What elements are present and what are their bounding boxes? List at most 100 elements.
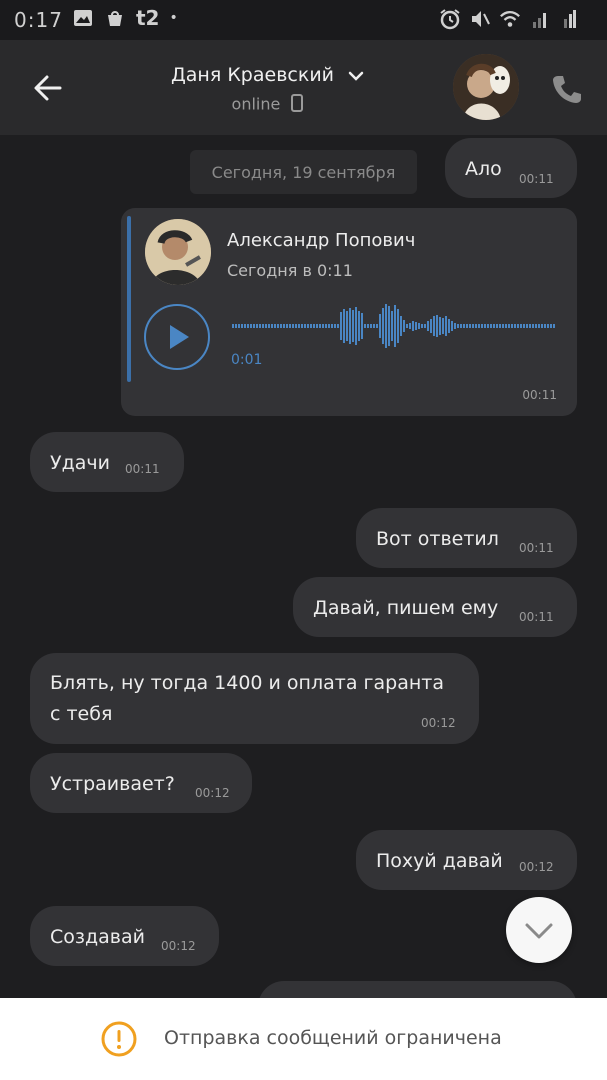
waveform-bar [364,324,366,328]
waveform-bar [466,324,468,328]
message-text: Похуй давай [376,850,503,872]
call-button[interactable] [550,72,584,106]
waveform-bar [376,324,378,328]
waveform-bar [349,308,351,344]
waveform-bar [301,324,303,328]
waveform-bar [430,319,432,333]
message-bubble[interactable]: Ало 00:11 [445,138,577,198]
message-bubble[interactable]: Удачи 00:11 [30,432,184,492]
waveform-bar [514,324,516,328]
waveform-bar [352,310,354,342]
message-bubble[interactable]: Устраивает? 00:12 [30,753,252,813]
waveform-bar [274,324,276,328]
waveform-bar [367,324,369,328]
message-text: Удачи [50,452,110,474]
waveform-bar [475,324,477,328]
waveform-bar [433,316,435,336]
chevron-down-icon [525,923,553,939]
waveform-bar [262,324,264,328]
waveform-bar [439,317,441,335]
message-text: Вот ответил [376,528,499,550]
contact-avatar[interactable] [453,54,519,120]
waveform-bar [523,324,525,328]
message-bubble[interactable]: Создавай 00:12 [30,906,219,966]
sender-avatar[interactable] [145,219,211,285]
message-bubble[interactable]: Похуй давай 00:12 [356,830,577,890]
waveform-bar [232,324,234,328]
waveform-bar [277,324,279,328]
sender-name: Александр Попович [227,230,416,251]
message-bubble[interactable]: Давай, пишем ему 00:11 [293,577,577,637]
status-text: online [231,94,281,114]
mute-icon [469,8,491,30]
alarm-icon [439,8,461,30]
waveform-bar [457,324,459,328]
waveform-bar [484,324,486,328]
waveform-bar [253,324,255,328]
waveform-bar [328,324,330,328]
forward-accent-bar [127,216,131,382]
restriction-text: Отправка сообщений ограничена [164,1027,502,1049]
waveform-bar [415,322,417,330]
play-button[interactable] [144,304,210,370]
waveform-bar [244,324,246,328]
waveform-bar [406,324,408,328]
waveform-bar [502,324,504,328]
message-time: 00:12 [195,786,230,800]
shopping-bag-icon [104,7,126,29]
waveform-bar [325,324,327,328]
waveform-bar [445,316,447,336]
waveform-bar [304,324,306,328]
waveform-bar [379,314,381,338]
image-icon [72,7,94,29]
wifi-icon [499,8,521,30]
waveform-bar [394,305,396,347]
waveform-bar [403,320,405,332]
waveform-bar [259,324,261,328]
message-text: Создавай [50,926,145,948]
waveform-bar [412,321,414,331]
chevron-down-icon [348,65,364,87]
message-bubble[interactable]: Вот ответил 00:11 [356,508,577,568]
waveform-bar [493,324,495,328]
waveform-bar [448,319,450,333]
signal-icon-2 [559,8,581,30]
waveform-bar [334,324,336,328]
waveform-bar [418,323,420,329]
waveform-bar [505,324,507,328]
waveform-bar [499,324,501,328]
message-bubble-partial[interactable] [258,981,577,998]
audio-waveform[interactable] [231,304,556,348]
forwarded-voice-message[interactable]: Александр Попович Сегодня в 0:11 0:01 00… [121,208,577,416]
date-label: Сегодня, 19 сентября [211,162,396,182]
waveform-bar [241,324,243,328]
waveform-bar [508,324,510,328]
waveform-bar [436,315,438,337]
waveform-bar [388,306,390,346]
message-text: Ало [465,158,502,180]
waveform-bar [370,324,372,328]
waveform-bar [382,308,384,344]
message-time: 00:12 [161,939,196,953]
message-text: Давай, пишем ему [313,597,499,619]
phone-device-icon [291,94,304,116]
message-time: 00:11 [522,388,557,402]
message-time: 00:11 [519,541,554,555]
waveform-bar [490,324,492,328]
waveform-bar [247,324,249,328]
waveform-bar [256,324,258,328]
waveform-bar [469,324,471,328]
waveform-bar [268,324,270,328]
waveform-bar [472,324,474,328]
message-time: 00:11 [519,172,554,186]
message-bubble[interactable]: Блять, ну тогда 1400 и оплата гаранта с … [30,653,479,744]
message-text: Устраивает? [50,773,175,795]
message-list[interactable]: Сегодня, 19 сентября Ало 00:11 Александр… [0,135,607,998]
waveform-bar [319,324,321,328]
waveform-bar [358,311,360,341]
dot-icon: • [169,10,178,26]
waveform-bar [526,324,528,328]
contact-name: Даня Краевский [170,64,335,86]
message-text-line-2: с тебя [50,703,113,725]
scroll-to-bottom-button[interactable] [506,897,572,963]
